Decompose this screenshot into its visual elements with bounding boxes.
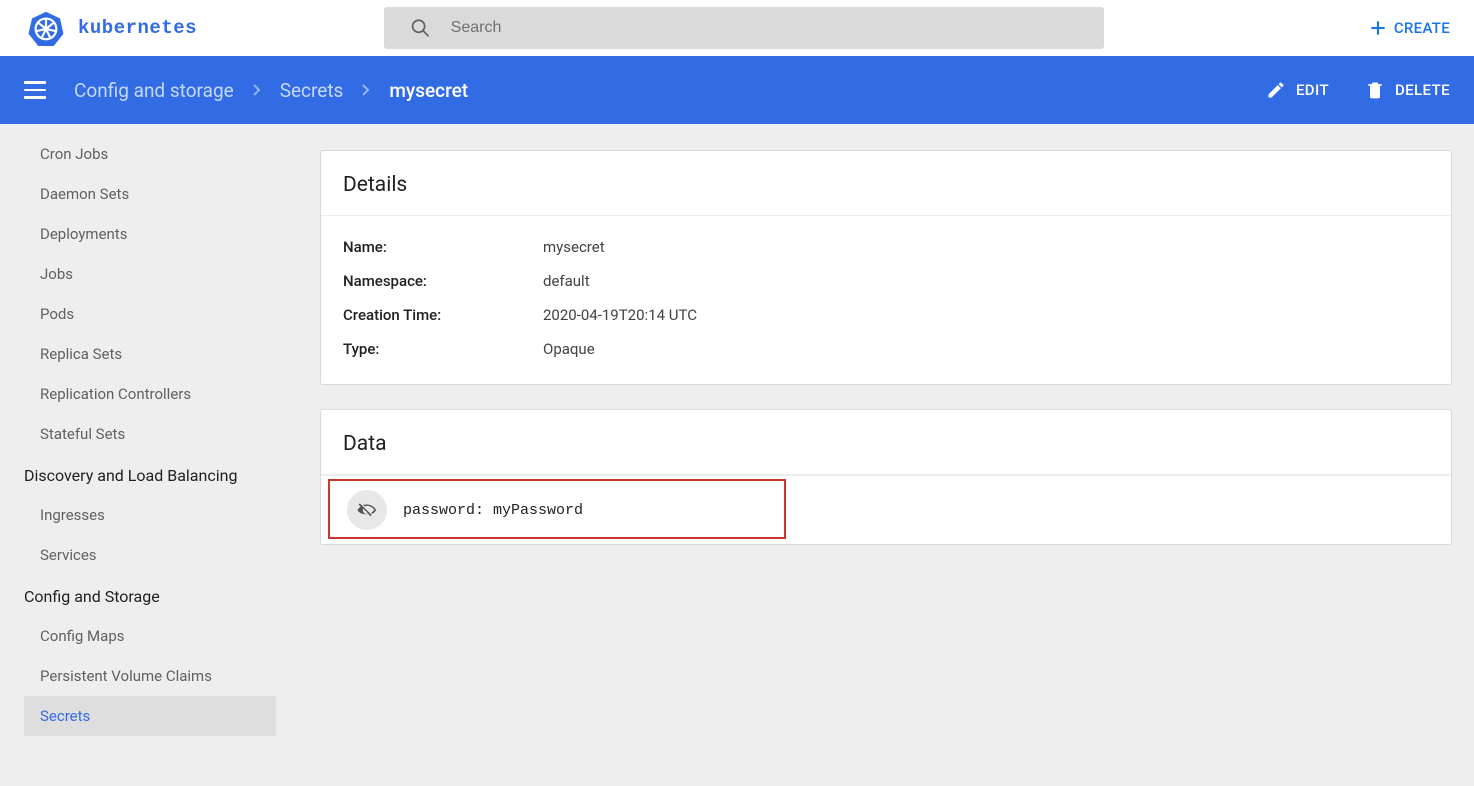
delete-button[interactable]: DELETE [1365,80,1450,100]
sidebar-item-replication-controllers[interactable]: Replication Controllers [0,374,300,414]
toggle-visibility-button[interactable] [347,490,387,530]
breadcrumb-secrets[interactable]: Secrets [280,79,344,102]
eye-off-icon [356,499,378,521]
search-box[interactable] [384,7,1104,49]
top-bar: kubernetes CREATE [0,0,1474,56]
sidebar: Cron Jobs Daemon Sets Deployments Jobs P… [0,124,300,786]
search-input[interactable] [451,19,1078,37]
create-label: CREATE [1394,19,1450,37]
brand-text: kubernetes [78,17,197,39]
detail-value: Opaque [543,340,595,358]
sidebar-item-services[interactable]: Services [0,535,300,575]
detail-key: Name: [343,238,543,256]
breadcrumb-bar: Config and storage Secrets mysecret EDIT… [0,56,1474,124]
breadcrumb: Config and storage Secrets mysecret [74,79,468,102]
detail-value: 2020-04-19T20:14 UTC [543,306,697,324]
detail-row-creation-time: Creation Time: 2020-04-19T20:14 UTC [343,298,1429,332]
sidebar-item-jobs[interactable]: Jobs [0,254,300,294]
trash-icon [1365,80,1385,100]
secret-key: password: [403,502,484,519]
detail-value: default [543,272,590,290]
search-icon [410,17,431,39]
detail-key: Namespace: [343,272,543,290]
breadcrumb-config-storage[interactable]: Config and storage [74,79,234,102]
details-title: Details [321,151,1451,216]
kubernetes-logo-icon [28,10,64,46]
sidebar-item-config-maps[interactable]: Config Maps [0,616,300,656]
sidebar-item-cron-jobs[interactable]: Cron Jobs [0,134,300,174]
detail-row-name: Name: mysecret [343,230,1429,264]
edit-label: EDIT [1296,81,1329,99]
create-button[interactable]: CREATE [1368,18,1450,38]
menu-button[interactable] [24,81,48,99]
sidebar-item-daemon-sets[interactable]: Daemon Sets [0,174,300,214]
sidebar-item-secrets[interactable]: Secrets [24,696,276,736]
data-title: Data [321,410,1451,475]
secret-data-row: password: myPassword [321,475,1451,544]
breadcrumb-current: mysecret [389,79,468,102]
edit-button[interactable]: EDIT [1266,80,1329,100]
detail-key: Type: [343,340,543,358]
data-card: Data password: myPassword [320,409,1452,545]
sidebar-item-ingresses[interactable]: Ingresses [0,495,300,535]
sidebar-heading-workloads-truncated [0,124,300,134]
secret-value: myPassword [493,502,583,519]
sidebar-item-pvc[interactable]: Persistent Volume Claims [0,656,300,696]
detail-row-type: Type: Opaque [343,332,1429,366]
detail-row-namespace: Namespace: default [343,264,1429,298]
sidebar-item-deployments[interactable]: Deployments [0,214,300,254]
main-content: Details Name: mysecret Namespace: defaul… [300,124,1474,786]
delete-label: DELETE [1395,81,1450,99]
plus-icon [1368,18,1388,38]
detail-key: Creation Time: [343,306,543,324]
sidebar-heading-config: Config and Storage [0,575,300,616]
sidebar-item-replica-sets[interactable]: Replica Sets [0,334,300,374]
details-card: Details Name: mysecret Namespace: defaul… [320,150,1452,385]
detail-value: mysecret [543,238,605,256]
chevron-right-icon [252,83,262,97]
logo[interactable]: kubernetes [28,10,384,46]
pencil-icon [1266,80,1286,100]
sidebar-item-pods[interactable]: Pods [0,294,300,334]
sidebar-item-stateful-sets[interactable]: Stateful Sets [0,414,300,454]
chevron-right-icon [361,83,371,97]
sidebar-heading-discovery: Discovery and Load Balancing [0,454,300,495]
secret-key-value: password: myPassword [403,502,583,519]
